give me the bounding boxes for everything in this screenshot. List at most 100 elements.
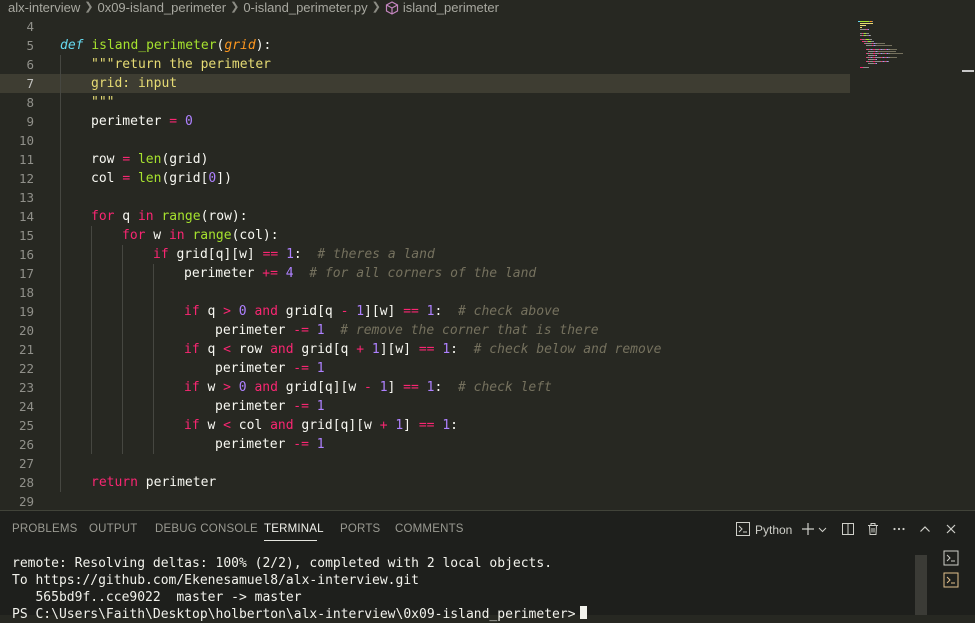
code-line[interactable]: 6 """return the perimeter <box>0 55 850 74</box>
code-text: if grid[q][w] == 1: # theres a land <box>153 247 435 262</box>
code-line[interactable]: 20 perimeter -= 1 # remove the corner tha… <box>0 321 850 340</box>
code-line[interactable]: 17 perimeter += 4 # for all corners of th… <box>0 264 850 283</box>
chevron-up-icon <box>918 522 932 539</box>
line-number: 17 <box>18 266 34 281</box>
bottom-panel: PROBLEMS OUTPUT DEBUG CONSOLE TERMINAL P… <box>0 510 975 622</box>
more-actions-button[interactable] <box>892 520 906 540</box>
code-line[interactable]: 25 if w < col and grid[q][w + 1] == 1: <box>0 416 850 435</box>
code-editor[interactable]: 4 5 def island_perimeter(grid): 6 """return … <box>0 17 975 510</box>
tab-comments[interactable]: COMMENTS <box>395 523 464 535</box>
code-line[interactable]: 28 return perimeter <box>0 473 850 492</box>
minimap-token <box>869 39 872 40</box>
minimap[interactable] <box>853 17 958 510</box>
line-number: 13 <box>18 190 34 205</box>
split-terminal-button[interactable] <box>841 520 855 540</box>
indent-guide <box>122 245 123 454</box>
tab-terminal[interactable]: TERMINAL <box>264 523 324 535</box>
code-text: if q < row and grid[q + 1][w] == 1: # ch… <box>184 342 662 357</box>
code-line[interactable]: 24 perimeter -= 1 <box>0 397 850 416</box>
terminal-icon <box>735 521 751 540</box>
code-line[interactable]: 22 perimeter -= 1 <box>0 359 850 378</box>
code-line[interactable]: 7 grid: input <box>0 74 850 93</box>
maximize-panel-button[interactable] <box>918 520 932 540</box>
editor-scrollbar[interactable] <box>962 70 974 72</box>
line-number: 24 <box>18 399 34 414</box>
code-line[interactable]: 26 perimeter -= 1 <box>0 435 850 454</box>
code-line[interactable]: 8 """ <box>0 93 850 112</box>
new-terminal-button[interactable] <box>801 520 827 540</box>
code-line[interactable]: 11 row = len(grid) <box>0 150 850 169</box>
line-number: 23 <box>18 380 34 395</box>
code-line[interactable]: 10 <box>0 131 850 150</box>
terminal-instance-1[interactable] <box>942 549 960 567</box>
breadcrumb-item-folder[interactable]: alx-interview <box>8 0 80 15</box>
minimap-token <box>888 61 889 62</box>
kill-terminal-button[interactable] <box>866 520 880 540</box>
code-line[interactable]: 14 for q in range(row): <box>0 207 850 226</box>
close-panel-button[interactable] <box>944 520 958 540</box>
breadcrumb-item-file[interactable]: 0-island_perimeter.py <box>243 0 367 15</box>
split-panel-icon <box>841 522 855 539</box>
breadcrumb-item-symbol[interactable]: island_perimeter <box>403 0 499 15</box>
code-line[interactable]: 21 if q < row and grid[q + 1][w] == 1: # … <box>0 340 850 359</box>
line-number: 6 <box>26 57 34 72</box>
terminal-instance-2[interactable] <box>942 571 960 589</box>
line-number: 21 <box>18 342 34 357</box>
minimap-token <box>860 27 862 28</box>
terminal-output[interactable]: remote: Resolving deltas: 100% (2/2), co… <box>12 555 587 623</box>
minimap-token <box>860 25 866 26</box>
line-number: 10 <box>18 133 34 148</box>
code-line[interactable]: 9 perimeter = 0 <box>0 112 850 131</box>
code-line[interactable]: 18 <box>0 283 850 302</box>
line-number: 4 <box>26 19 34 34</box>
code-line[interactable]: 12 col = len(grid[0]) <box>0 169 850 188</box>
code-line[interactable]: 16 if grid[q][w] == 1: # theres a land <box>0 245 850 264</box>
line-number: 11 <box>18 152 34 167</box>
line-number: 22 <box>18 361 34 376</box>
code-text: perimeter = 0 <box>91 114 193 129</box>
code-line[interactable]: 23 if w > 0 and grid[q][w - 1] == 1: # ch… <box>0 378 850 397</box>
terminal-cursor <box>579 606 587 619</box>
chevron-right-icon: ❯ <box>371 1 381 13</box>
code-line[interactable]: 15 for w in range(col): <box>0 226 850 245</box>
code-text: row = len(grid) <box>91 152 209 167</box>
minimap-token <box>865 43 872 44</box>
code-line[interactable]: 13 <box>0 188 850 207</box>
code-text: perimeter -= 1 <box>215 361 325 376</box>
tab-output[interactable]: OUTPUT <box>89 523 137 535</box>
tab-debug-console[interactable]: DEBUG CONSOLE <box>155 523 258 535</box>
line-number: 20 <box>18 323 34 338</box>
plus-icon <box>801 522 815 539</box>
indent-guide <box>60 55 61 492</box>
terminal-prompt: PS C:\Users\Faith\Desktop\holberton\alx-… <box>12 607 576 622</box>
chevron-down-icon <box>818 523 827 537</box>
tab-problems[interactable]: PROBLEMS <box>12 523 78 535</box>
terminal-profile-button[interactable]: Python <box>735 520 792 540</box>
minimap-token <box>860 23 873 24</box>
line-number: 8 <box>26 95 34 110</box>
terminal-line: remote: Resolving deltas: 100% (2/2), co… <box>12 556 553 571</box>
line-number: 26 <box>18 437 34 452</box>
code-line[interactable]: 5 def island_perimeter(grid): <box>0 36 850 55</box>
code-text: if w < col and grid[q][w + 1] == 1: <box>184 418 458 433</box>
code-line[interactable]: 4 <box>0 17 850 36</box>
code-line[interactable]: 19 if q > 0 and grid[q - 1][w] == 1: # ch… <box>0 302 850 321</box>
line-number: 15 <box>18 228 34 243</box>
breadcrumb-item-subfolder[interactable]: 0x09-island_perimeter <box>97 0 226 15</box>
line-number: 14 <box>18 209 34 224</box>
code-line[interactable]: 27 <box>0 454 850 473</box>
indent-guide <box>153 264 154 454</box>
tab-ports[interactable]: PORTS <box>340 523 380 535</box>
minimap-token <box>890 49 897 50</box>
minimap-token <box>877 43 885 44</box>
terminal-icon <box>942 550 960 571</box>
terminal-scrollbar[interactable] <box>915 555 927 615</box>
code-line[interactable]: 29 <box>0 492 850 510</box>
terminal-icon <box>942 572 960 593</box>
symbol-method-icon <box>385 1 399 15</box>
trash-icon <box>866 522 880 539</box>
line-number: 19 <box>18 304 34 319</box>
line-number: 18 <box>18 285 34 300</box>
line-number: 5 <box>26 38 34 53</box>
code-text: for w in range(col): <box>122 228 279 243</box>
